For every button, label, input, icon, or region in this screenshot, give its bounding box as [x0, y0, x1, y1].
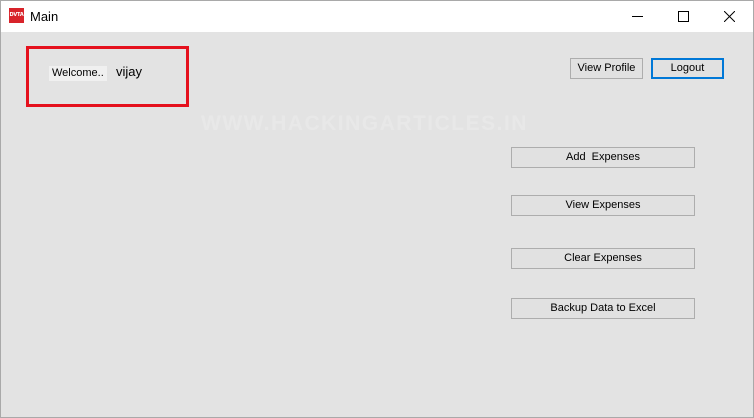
minimize-button[interactable]: [615, 1, 661, 32]
title-bar[interactable]: DVTA Main: [1, 1, 753, 32]
username-label: vijay: [116, 64, 143, 79]
clear-expenses-button[interactable]: Clear Expenses: [511, 248, 695, 269]
minimize-icon: [632, 16, 643, 17]
add-expenses-button[interactable]: Add Expenses: [511, 147, 695, 168]
window-title: Main: [30, 9, 59, 24]
logout-button[interactable]: Logout: [651, 58, 724, 79]
main-window: DVTA Main WWW.HACKINGARTICLES.IN Welcome…: [0, 0, 754, 418]
backup-data-button[interactable]: Backup Data to Excel: [511, 298, 695, 319]
form-client-area: WWW.HACKINGARTICLES.IN Welcome.. vijay V…: [1, 32, 753, 417]
watermark-text: WWW.HACKINGARTICLES.IN: [201, 112, 528, 135]
maximize-button[interactable]: [661, 1, 707, 32]
close-icon: [724, 11, 735, 22]
view-profile-button[interactable]: View Profile: [570, 58, 643, 79]
dvta-app-icon: DVTA: [9, 8, 24, 23]
maximize-icon: [678, 11, 689, 22]
view-expenses-button[interactable]: View Expenses: [511, 195, 695, 216]
close-button[interactable]: [707, 1, 753, 32]
welcome-label: Welcome..: [49, 66, 107, 81]
